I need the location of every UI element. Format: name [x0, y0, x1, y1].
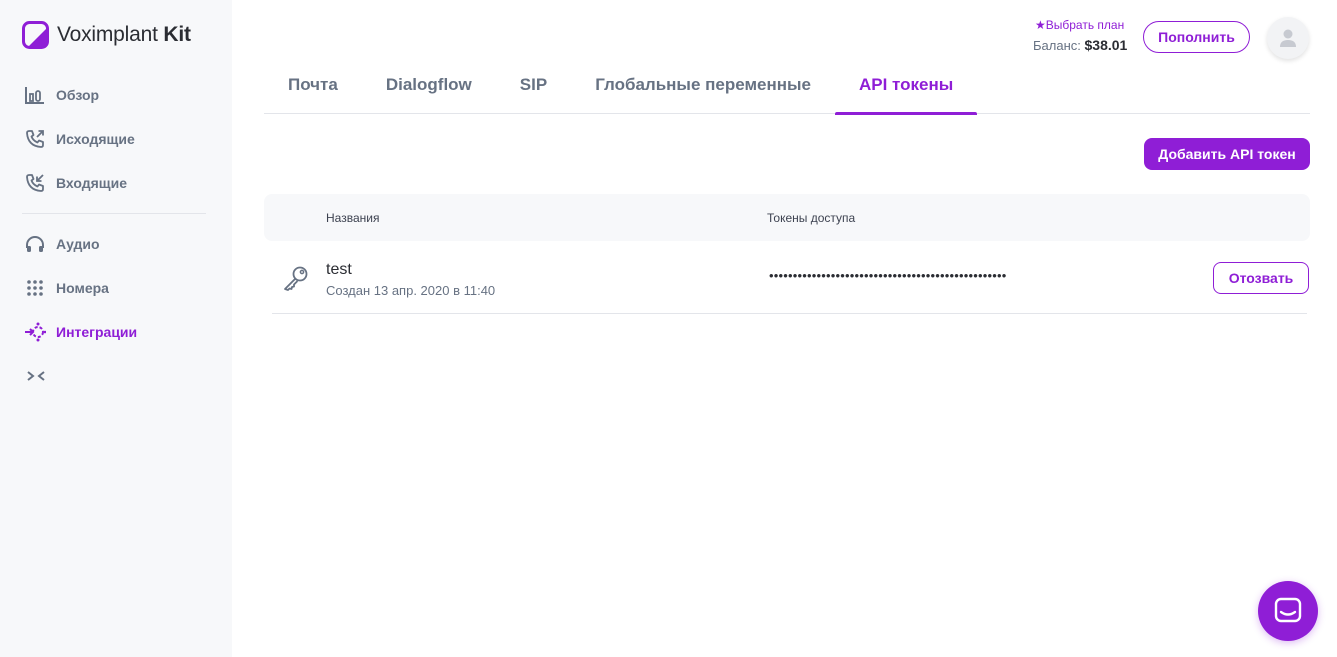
tab-api-tokens[interactable]: API токены — [835, 56, 978, 115]
chat-widget-icon — [1274, 597, 1302, 623]
token-name: test — [326, 261, 352, 278]
add-api-token-button[interactable]: Добавить API токен — [1144, 138, 1310, 170]
token-created-date: Создан 13 апр. 2020 в 11:40 — [326, 283, 496, 298]
sidebar-item-numbers[interactable]: Номера — [0, 266, 232, 310]
chat-widget-button[interactable] — [1258, 581, 1318, 641]
sidebar-item-label: Аудио — [56, 236, 100, 252]
topup-button[interactable]: Пополнить — [1143, 21, 1250, 53]
collapse-arrows-icon — [27, 371, 45, 381]
sidebar-item-label: Интеграции — [56, 324, 138, 340]
sidebar-item-label: Входящие — [56, 175, 127, 191]
avatar[interactable] — [1267, 17, 1309, 59]
balance-label: Баланс: — [1033, 38, 1081, 53]
logo[interactable]: Voximplant Kit — [22, 20, 191, 50]
choose-plan-link[interactable]: ★Выбрать план — [1035, 18, 1124, 32]
sidebar-item-overview[interactable]: Обзор — [0, 73, 232, 117]
incoming-call-icon — [24, 172, 46, 194]
sidebar-nav: Обзор Исходящие Входящие Аудио Номера Ин… — [0, 73, 232, 398]
sidebar-item-audio[interactable]: Аудио — [0, 222, 232, 266]
app-root: Voximplant Kit Обзор Исходящие Входящие — [0, 0, 1337, 657]
outgoing-call-icon — [24, 128, 46, 150]
sidebar-item-label: Исходящие — [56, 131, 135, 147]
tab-global-variables[interactable]: Глобальные переменные — [571, 56, 835, 114]
integrations-tabs: Почта Dialogflow SIP Глобальные переменн… — [264, 56, 1310, 115]
tab-sip[interactable]: SIP — [496, 56, 571, 114]
revoke-token-button[interactable]: Отозвать — [1213, 262, 1309, 294]
integrations-icon — [24, 321, 46, 343]
dialpad-icon — [24, 277, 46, 299]
sidebar-item-incoming[interactable]: Входящие — [0, 161, 232, 205]
sidebar-divider — [22, 213, 206, 214]
balance-value: $38.01 — [1084, 37, 1128, 53]
overview-chart-icon — [24, 84, 46, 106]
sidebar: Voximplant Kit Обзор Исходящие Входящие — [0, 0, 232, 657]
column-header-token: Токены доступа — [767, 211, 856, 225]
user-icon — [1280, 29, 1296, 47]
token-masked-value: ••••••••••••••••••••••••••••••••••••••••… — [769, 268, 1007, 283]
balance: Баланс: $38.01 — [1033, 37, 1127, 53]
sidebar-item-label: Обзор — [56, 87, 100, 103]
key-icon — [284, 266, 308, 291]
logo-text: Voximplant Kit — [57, 23, 191, 46]
table-row: test Создан 13 апр. 2020 в 11:40 •••••••… — [272, 242, 1309, 314]
sidebar-item-outgoing[interactable]: Исходящие — [0, 117, 232, 161]
sidebar-item-integrations[interactable]: Интеграции — [0, 310, 232, 354]
tab-mail[interactable]: Почта — [264, 56, 362, 114]
table-header: Названия Токены доступа — [264, 194, 1310, 241]
tab-dialogflow[interactable]: Dialogflow — [362, 56, 496, 114]
sidebar-item-label: Номера — [56, 280, 109, 296]
voximplant-logo-icon — [22, 21, 49, 49]
sidebar-collapse-button[interactable] — [0, 354, 232, 398]
headphones-icon — [24, 233, 46, 255]
column-header-name: Названия — [326, 211, 380, 225]
